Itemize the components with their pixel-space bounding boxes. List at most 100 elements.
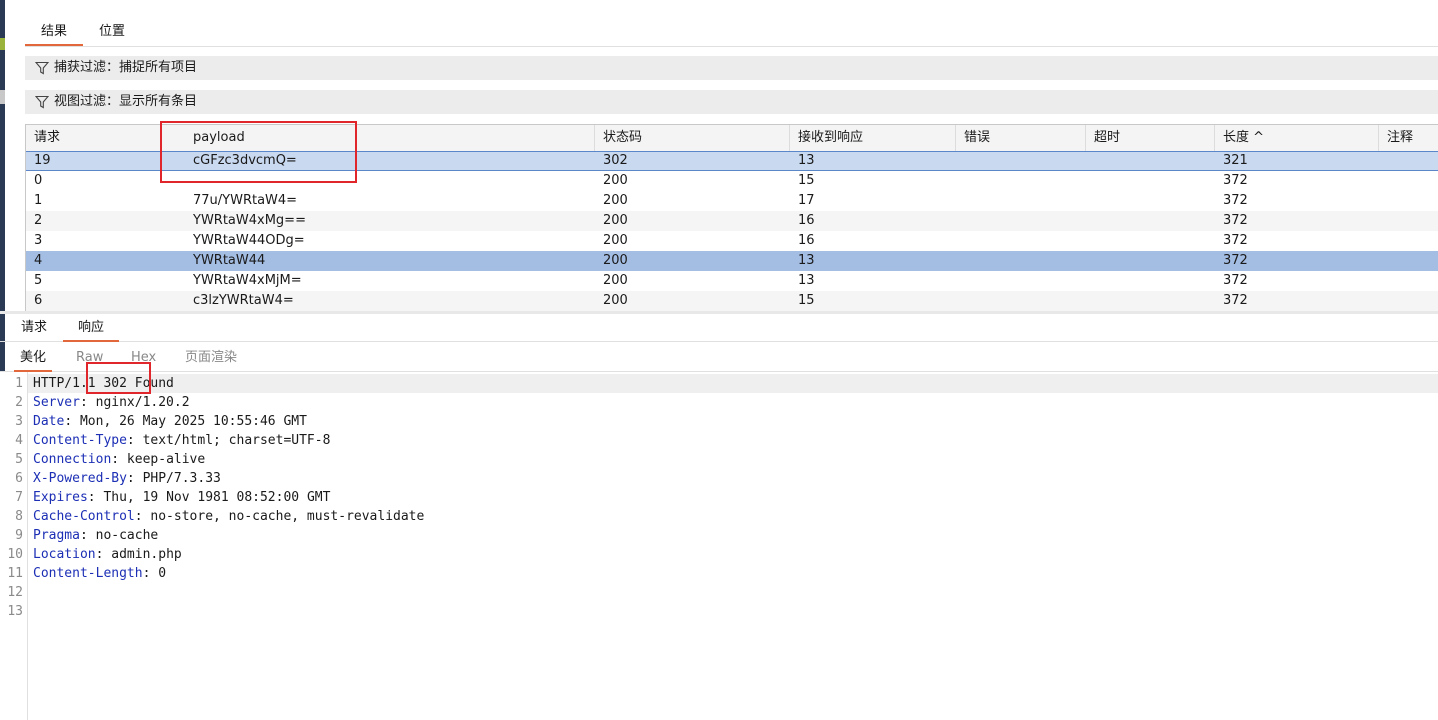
table-row[interactable]: 0 200 15 372 [26,171,1438,191]
column-header-response-received[interactable]: 接收到响应 [790,125,956,151]
header-line: Content-Type: text/html; charset=UTF-8 [33,431,330,450]
tab-raw[interactable]: Raw [76,344,103,371]
line-number: 6 [15,471,23,486]
header-line: X-Powered-By: PHP/7.3.33 [33,469,221,488]
cell-length: 372 [1223,273,1248,288]
column-header-error[interactable]: 错误 [956,125,1086,151]
cell-request: 5 [34,273,43,288]
tab-render[interactable]: 页面渲染 [185,344,237,371]
line-number: 1 [15,376,23,391]
table-header: 请求 payload 状态码 接收到响应 错误 超时 长度 ^ 注释 [26,125,1438,152]
cell-status: 200 [603,173,628,188]
cell-payload: c3lzYWRtaW4= [193,293,294,308]
cell-length: 372 [1223,233,1248,248]
cell-request: 3 [34,233,43,248]
current-line-highlight [28,374,1438,393]
tab-request[interactable]: 请求 [14,314,54,341]
cell-status: 200 [603,273,628,288]
cell-length: 372 [1223,213,1248,228]
table-row[interactable]: 2 YWRtaW4xMg== 200 16 372 [26,211,1438,231]
cell-payload: 77u/YWRtaW4= [193,193,298,208]
cell-payload: YWRtaW4xMjM= [193,273,302,288]
view-filter-label: 视图过滤：显示所有条目 [54,94,198,109]
tab-pretty[interactable]: 美化 [13,344,53,372]
cell-request: 2 [34,213,43,228]
cell-request: 4 [34,253,43,268]
table-row[interactable]: 6 c3lzYWRtaW4= 200 15 372 [26,291,1438,311]
cell-length: 372 [1223,253,1248,268]
request-response-tabs: 请求 响应 [0,314,1438,342]
table-row[interactable]: 5 YWRtaW4xMjM= 200 13 372 [26,271,1438,291]
header-value: : nginx/1.20.2 [79,395,190,410]
header-value: : text/html; charset=UTF-8 [126,433,331,448]
header-line: Cache-Control: no-store, no-cache, must-… [33,507,424,526]
header-key: Content-Length [33,566,143,581]
tab-results[interactable]: 结果 [25,18,83,46]
header-line: Date: Mon, 26 May 2025 10:55:46 GMT [33,412,307,431]
cell-response-received: 13 [798,253,815,268]
header-value: : 0 [142,566,167,581]
cell-request: 6 [34,293,43,308]
tab-response[interactable]: 响应 [63,314,119,342]
status-line: HTTP/1.1 302 Found [33,376,174,391]
column-header-status[interactable]: 状态码 [595,125,790,151]
cell-response-received: 16 [798,213,815,228]
column-header-length[interactable]: 长度 ^ [1215,125,1379,151]
cell-response-received: 15 [798,173,815,188]
cell-response-received: 16 [798,233,815,248]
line-number: 3 [15,414,23,429]
filter-icon [35,95,49,109]
header-key: Server [33,395,80,410]
cell-status: 200 [603,233,628,248]
line-number: 9 [15,528,23,543]
cell-response-received: 17 [798,193,815,208]
response-editor[interactable]: 1 2 3 4 5 6 7 8 9 10 11 12 13 HTTP/1.1 3… [0,372,1438,720]
table-row[interactable]: 19 cGFzc3dvcmQ= 302 13 321 [26,151,1438,171]
line-number: 11 [7,566,23,581]
line-number: 10 [7,547,23,562]
tab-hex[interactable]: Hex [131,344,156,371]
header-value: : Thu, 19 Nov 1981 08:52:00 GMT [87,490,331,505]
cell-status: 302 [603,153,628,168]
line-number: 5 [15,452,23,467]
filter-icon [35,61,49,75]
line-number: 7 [15,490,23,505]
cell-status: 200 [603,213,628,228]
cell-response-received: 13 [798,273,815,288]
header-value: : admin.php [95,547,182,562]
header-line: Location: admin.php [33,545,182,564]
cell-payload: YWRtaW4xMg== [193,213,306,228]
line-number: 12 [7,585,23,600]
header-value: : no-cache [79,528,159,543]
line-number: 13 [7,604,23,619]
header-value: : keep-alive [111,452,206,467]
header-value: : no-store, no-cache, must-revalidate [134,509,425,524]
header-line: Expires: Thu, 19 Nov 1981 08:52:00 GMT [33,488,330,507]
capture-filter-label: 捕获过滤：捕捉所有项目 [54,60,198,75]
view-filter-bar[interactable]: 视图过滤：显示所有条目 [25,90,1438,114]
header-line: Pragma: no-cache [33,526,158,545]
header-line: Content-Length: 0 [33,564,166,583]
column-header-timeout[interactable]: 超时 [1086,125,1215,151]
line-number: 2 [15,395,23,410]
header-key: Content-Type [33,433,127,448]
table-row[interactable]: 1 77u/YWRtaW4= 200 17 372 [26,191,1438,211]
header-line: Connection: keep-alive [33,450,205,469]
results-table: 请求 payload 状态码 接收到响应 错误 超时 长度 ^ 注释 19 cG… [25,124,1438,311]
column-header-payload[interactable]: payload [185,125,595,151]
header-key: Expires [33,490,88,505]
header-value: : PHP/7.3.33 [126,471,221,486]
table-row[interactable]: 4 YWRtaW44 200 13 372 [26,251,1438,271]
header-line: Server: nginx/1.20.2 [33,393,190,412]
column-header-request[interactable]: 请求 [26,125,162,151]
view-mode-tabs: 美化 Raw Hex 页面渲染 [0,344,1438,372]
capture-filter-bar[interactable]: 捕获过滤：捕捉所有项目 [25,56,1438,80]
header-key: Pragma [33,528,80,543]
column-header-comment[interactable]: 注释 [1379,125,1438,151]
header-value: : Mon, 26 May 2025 10:55:46 GMT [64,414,307,429]
cell-response-received: 13 [798,153,815,168]
header-key: X-Powered-By [33,471,127,486]
table-row[interactable]: 3 YWRtaW44ODg= 200 16 372 [26,231,1438,251]
tab-positions[interactable]: 位置 [87,18,137,45]
cell-length: 372 [1223,173,1248,188]
